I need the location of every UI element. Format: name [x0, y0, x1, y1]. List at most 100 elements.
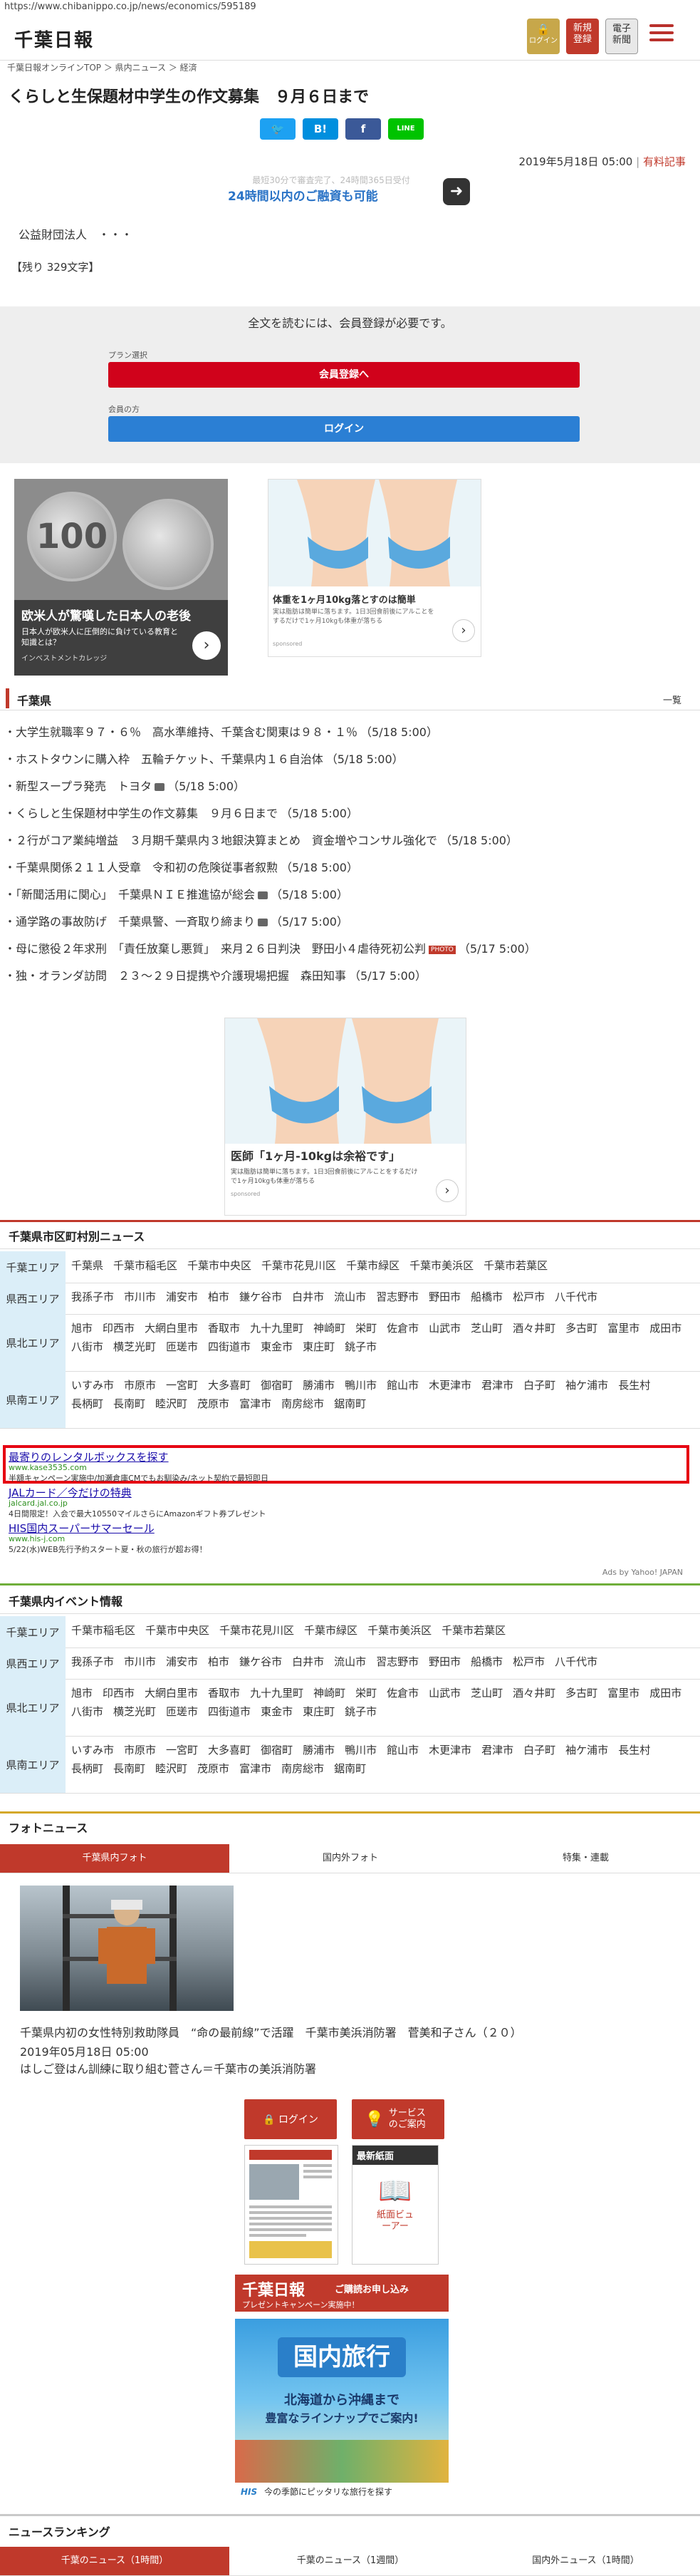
promo-card-right[interactable]: 体重を1ヶ月10kg落とすのは簡単 実は脂肪は簡単に落ちます。1日3回食前後にア… — [268, 479, 481, 657]
url-bar[interactable]: https://www.chibanippo.co.jp/news/econom… — [0, 0, 700, 16]
news-item[interactable]: ・通学路の事故防げ 千葉県警、一斉取り締まり （5/17 5:00） — [4, 912, 348, 929]
area-city-link[interactable]: 我孫子市 — [71, 1290, 114, 1303]
area-city-link[interactable]: 旭市 — [71, 1322, 93, 1335]
area-city-link[interactable]: 船橋市 — [471, 1655, 503, 1668]
yahoo-ad-url[interactable]: www.his-j.com — [9, 1534, 65, 1543]
area-city-link[interactable]: 鋸南町 — [334, 1397, 366, 1410]
area-city-link[interactable]: 酒々井町 — [513, 1322, 555, 1335]
area-city-link[interactable]: 袖ケ浦市 — [565, 1744, 608, 1757]
area-city-link[interactable]: 松戸市 — [513, 1290, 545, 1303]
area-city-link[interactable]: 長南町 — [113, 1762, 145, 1775]
login-button[interactable]: 🔒 ログイン — [527, 19, 560, 54]
travel-banner[interactable]: 国内旅行 北海道から沖縄まで 豊富なラインナップでご案内! HIS 今の季節にピ… — [235, 2319, 449, 2501]
area-city-link[interactable]: 鎌ケ谷市 — [239, 1290, 282, 1303]
area-city-link[interactable]: 長南町 — [113, 1397, 145, 1410]
area-city-link[interactable]: 勝浦市 — [303, 1379, 335, 1392]
area-city-link[interactable]: 東庄町 — [303, 1340, 335, 1353]
chevron-right-icon[interactable]: › — [436, 1179, 459, 1202]
news-item[interactable]: ・母に懲役２年求刑 「責任放棄し悪質」 来月２６日判決 野田小４虐待死初公判 PH… — [4, 939, 536, 956]
area-city-link[interactable]: 鴨川市 — [345, 1379, 377, 1392]
area-city-link[interactable]: 習志野市 — [376, 1290, 419, 1303]
chevron-right-icon[interactable]: › — [452, 619, 475, 642]
area-city-link[interactable]: 芝山町 — [471, 1687, 503, 1700]
area-city-link[interactable]: 成田市 — [649, 1322, 681, 1335]
area-city-link[interactable]: 九十九里町 — [250, 1322, 303, 1335]
area-city-link[interactable]: 柏市 — [208, 1655, 229, 1668]
area-city-link[interactable]: 印西市 — [103, 1687, 135, 1700]
area-city-link[interactable]: 神崎町 — [313, 1687, 345, 1700]
area-city-link[interactable]: 八街市 — [71, 1705, 103, 1718]
area-city-link[interactable]: 白井市 — [292, 1290, 324, 1303]
area-city-link[interactable]: 千葉市若葉区 — [484, 1259, 548, 1272]
area-city-link[interactable]: 匝瑳市 — [166, 1340, 198, 1353]
yahoo-ad-title[interactable]: 最寄りのレンタルボックスを探す — [9, 1449, 169, 1464]
service-login-button[interactable]: 🔒 ログイン — [244, 2099, 337, 2139]
area-city-link[interactable]: 多古町 — [565, 1322, 597, 1335]
news-item-title[interactable]: くらしと生保題材中学生の作文募集 ９月６日まで — [16, 807, 278, 820]
photo-news-image[interactable] — [20, 1886, 234, 2011]
area-city-link[interactable]: いすみ市 — [71, 1744, 114, 1757]
news-item-title[interactable]: 「新聞活用に関心」 千葉県ＮＩＥ推進協が総会 — [16, 888, 255, 901]
area-city-link[interactable]: 南房総市 — [281, 1762, 324, 1775]
area-city-link[interactable]: いすみ市 — [71, 1379, 114, 1392]
area-city-link[interactable]: 千葉市花見川区 — [219, 1624, 294, 1637]
area-city-link[interactable]: 銚子市 — [345, 1705, 377, 1718]
area-city-link[interactable]: 旭市 — [71, 1687, 93, 1700]
area-city-link[interactable]: 御宿町 — [261, 1379, 293, 1392]
area-city-link[interactable]: 睦沢町 — [155, 1762, 187, 1775]
area-city-link[interactable]: 千葉市中央区 — [187, 1259, 251, 1272]
news-item[interactable]: ・独・オランダ訪問 ２３～２９日提携や介護現場把握 森田知事 （5/17 5:00… — [4, 966, 427, 983]
news-item[interactable]: ・ホストタウンに購入枠 五輪チケット、千葉県内１６自治体 （5/18 5:00） — [4, 750, 404, 767]
area-city-link[interactable]: 千葉市若葉区 — [442, 1624, 506, 1637]
news-item-title[interactable]: 母に懲役２年求刑 「責任放棄し悪質」 来月２６日判決 野田小４虐待死初公判 — [16, 942, 426, 956]
area-city-link[interactable]: 市川市 — [124, 1290, 156, 1303]
login-cta-button[interactable]: ログイン — [108, 416, 580, 442]
area-city-link[interactable]: 茂原市 — [197, 1762, 229, 1775]
area-city-link[interactable]: 館山市 — [387, 1379, 419, 1392]
area-city-link[interactable]: 野田市 — [429, 1290, 461, 1303]
area-city-link[interactable]: 栄町 — [355, 1687, 377, 1700]
area-city-link[interactable]: 船橋市 — [471, 1290, 503, 1303]
news-item-title[interactable]: 千葉県関係２１１人受章 令和初の危険従事者叙勲 — [16, 861, 278, 874]
area-city-link[interactable]: 神崎町 — [313, 1322, 345, 1335]
news-item[interactable]: ・２行がコア業純増益 ３月期千葉県内３地銀決算まとめ 資金増やコンサル強化で （5… — [4, 831, 518, 848]
area-city-link[interactable]: 八千代市 — [555, 1655, 597, 1668]
area-city-link[interactable]: 流山市 — [334, 1290, 366, 1303]
area-city-link[interactable]: 四街道市 — [208, 1705, 251, 1718]
area-city-link[interactable]: 多古町 — [565, 1687, 597, 1700]
area-city-link[interactable]: 鎌ケ谷市 — [239, 1655, 282, 1668]
news-item-title[interactable]: ２行がコア業純増益 ３月期千葉県内３地銀決算まとめ 資金増やコンサル強化で — [16, 834, 437, 847]
area-city-link[interactable]: 市川市 — [124, 1655, 156, 1668]
area-city-link[interactable]: 銚子市 — [345, 1340, 377, 1353]
news-item[interactable]: ・「新聞活用に関心」 千葉県ＮＩＥ推進協が総会 （5/18 5:00） — [4, 885, 348, 902]
area-city-link[interactable]: 浦安市 — [166, 1655, 198, 1668]
news-item-title[interactable]: 独・オランダ訪問 ２３～２９日提携や介護現場把握 森田知事 — [16, 969, 346, 983]
area-city-link[interactable]: 富里市 — [607, 1322, 639, 1335]
yahoo-ad-title[interactable]: HIS国内スーパーサマーセール — [9, 1521, 155, 1536]
area-city-link[interactable]: 山武市 — [429, 1687, 461, 1700]
area-city-link[interactable]: 栄町 — [355, 1322, 377, 1335]
latest-paper-thumbnail[interactable] — [244, 2145, 338, 2265]
area-city-link[interactable]: 八街市 — [71, 1340, 103, 1353]
area-city-link[interactable]: 鋸南町 — [334, 1762, 366, 1775]
news-item[interactable]: ・千葉県関係２１１人受章 令和初の危険従事者叙勲 （5/18 5:00） — [4, 858, 358, 875]
area-city-link[interactable]: 南房総市 — [281, 1397, 324, 1410]
area-city-link[interactable]: 浦安市 — [166, 1290, 198, 1303]
photo-news-caption[interactable]: 千葉県内初の女性特別救助隊員 “命の最前線”で活躍 千葉市美浜消防署 菅美和子さ… — [20, 2025, 689, 2041]
area-city-link[interactable]: 匝瑳市 — [166, 1705, 198, 1718]
area-city-link[interactable]: 千葉県 — [71, 1259, 103, 1272]
area-city-link[interactable]: 九十九里町 — [250, 1687, 303, 1700]
area-city-link[interactable]: 我孫子市 — [71, 1655, 114, 1668]
epaper-button[interactable]: 電子新聞 — [605, 19, 638, 54]
chevron-right-icon[interactable]: › — [192, 631, 221, 660]
promo-card-bottom[interactable]: 医師「1ヶ月-10kgは余裕です」 実は脂肪は簡単に落ちます。1日3回食前後にア… — [224, 1018, 466, 1216]
ad-main-text[interactable]: 24時間以内のご融資も可能 — [228, 186, 470, 204]
site-logo[interactable]: 千葉日報 — [14, 26, 94, 52]
news-item-title[interactable]: 通学路の事故防げ 千葉県警、一斉取り締まり — [16, 915, 255, 929]
tab-ranking-domestic-hour[interactable]: 国内外ニュース（1時間） — [471, 2547, 700, 2575]
area-city-link[interactable]: 一宮町 — [166, 1744, 198, 1757]
area-city-link[interactable]: 袖ケ浦市 — [565, 1379, 608, 1392]
news-item-title[interactable]: 新型スープラ発売 トヨタ — [16, 780, 152, 793]
area-city-link[interactable]: 千葉市緑区 — [304, 1624, 357, 1637]
yahoo-ad-url[interactable]: www.kase3535.com — [9, 1463, 87, 1472]
